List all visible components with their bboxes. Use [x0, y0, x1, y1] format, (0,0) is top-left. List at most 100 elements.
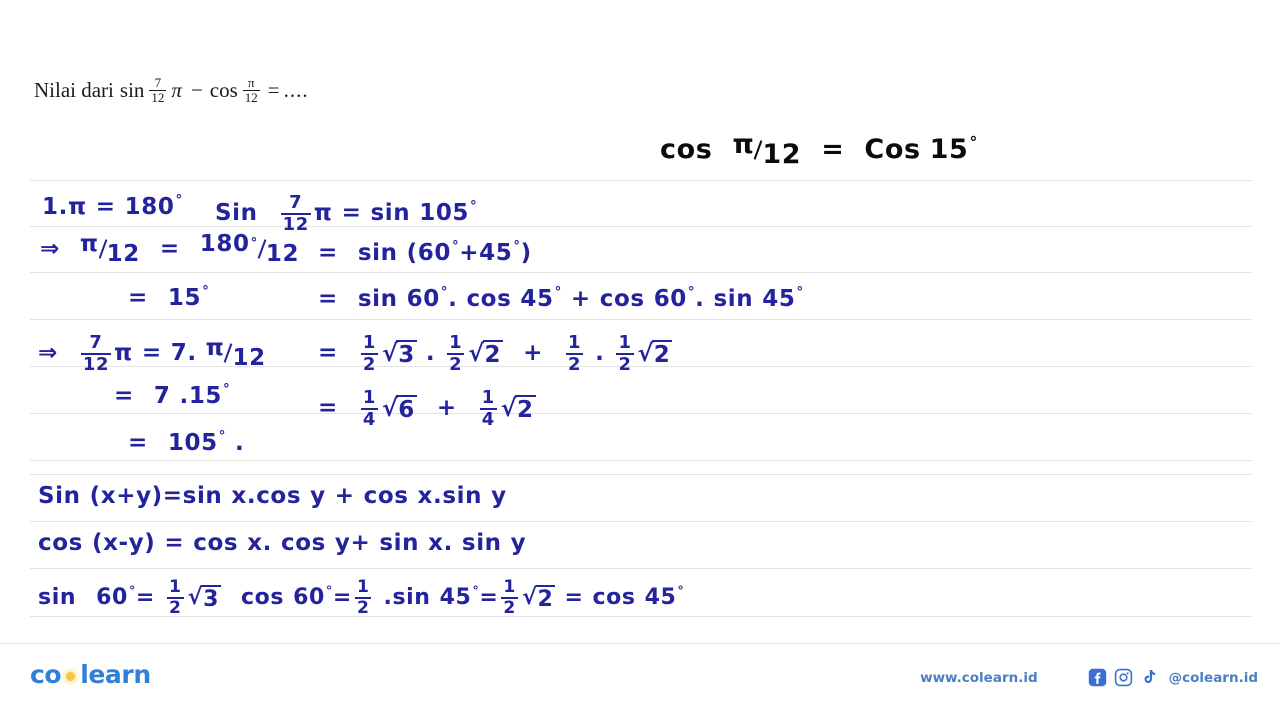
pi-over-twelve-slant: π 12	[206, 335, 266, 371]
minus-operator: −	[190, 77, 203, 102]
step-line-1-pi-equals-180: 1. π = 180 °	[42, 193, 183, 220]
facebook-icon[interactable]	[1088, 668, 1107, 687]
fraction-one-half: 1 2	[354, 577, 372, 619]
plus-sign: +	[436, 394, 457, 421]
fraction-numerator: 1	[449, 332, 463, 353]
fraction-numerator: 1	[618, 332, 632, 353]
plus-sign: +	[116, 483, 137, 509]
cos-token: cos	[466, 286, 512, 312]
fraction-numerator: 7	[89, 332, 103, 353]
fortyfive-token: 45	[762, 286, 796, 312]
fraction-denominator: 4	[360, 407, 378, 430]
fraction-one-quarter: 1 4	[479, 387, 497, 430]
fraction-denominator: 2	[354, 597, 372, 619]
right-paren: )	[520, 240, 532, 266]
equals-sign: =	[318, 240, 338, 266]
equals-sign: =	[128, 430, 148, 456]
sixty-token: 60	[96, 584, 128, 610]
work-line-3-expanded-identity: = sin 60 ° . cos 45 ° + cos 60 ° . sin 4…	[318, 285, 804, 312]
cos-token: cos	[660, 134, 713, 165]
rule-line	[30, 272, 1252, 273]
answer-placeholder-dots: ....	[283, 77, 309, 102]
fraction-one-quarter: 1 4	[360, 387, 378, 430]
equals-sign: =	[318, 394, 338, 421]
plus-sign: +	[523, 339, 543, 366]
sqrt-six: √ 6	[382, 394, 417, 423]
logo-text-co: co	[30, 660, 62, 689]
multiply-dot: .	[432, 483, 443, 509]
fraction-denominator: 2	[616, 352, 634, 375]
logo-text-learn: learn	[80, 660, 151, 689]
rule-line	[30, 568, 1252, 569]
equals-sign: =	[479, 584, 499, 610]
cos-token-2: Cos	[864, 134, 921, 165]
work-line-1-sin-seven-twelfths-pi: Sin 7 12 π = sin 105 °	[215, 192, 478, 235]
cos-token: cos	[38, 530, 83, 556]
sin-token: sin	[38, 584, 77, 610]
sin-token: sin	[357, 286, 398, 312]
step-line-3-equals-15-deg: = 15 °	[128, 284, 210, 311]
one-eighty-token: 180	[124, 194, 175, 220]
sin-token: sin	[379, 530, 420, 556]
rule-line	[30, 319, 1252, 320]
fraction-denominator: 2	[566, 352, 584, 375]
cos-token: cos	[193, 530, 239, 556]
footer-links: www.colearn.id @colearn.id	[920, 668, 1258, 687]
pi-symbol: π	[313, 199, 333, 226]
variable-x: x	[100, 483, 117, 509]
fraction-numerator: 1	[503, 577, 516, 597]
instagram-icon[interactable]	[1114, 668, 1133, 687]
fraction-numerator: 1	[481, 387, 495, 408]
fortyfive-token: 45	[479, 240, 513, 266]
handwriting-top-black-note: cos π 12 = Cos 15 °	[660, 129, 978, 170]
website-url[interactable]: www.colearn.id	[920, 670, 1038, 686]
fraction-one-half: 1 2	[616, 332, 634, 375]
fifteen-token: 15	[167, 285, 202, 311]
pi-over-twelve-slant: π 12	[732, 129, 801, 170]
work-line-4-substituted-values: = 1 2 √ 3 . 1 2 √ 2 + 1 2 . 1 2 √ 2	[318, 332, 673, 375]
formula-sin-sum-identity: Sin ( x + y ) = sin x . cos y + cos x . …	[38, 483, 507, 509]
fortyfive-token: 45	[520, 286, 554, 312]
fraction-one-half: 1 2	[166, 577, 184, 617]
fortyfive-token: 45	[644, 584, 677, 610]
fraction-numerator: 1	[356, 577, 370, 597]
fraction-numerator: 1	[568, 332, 582, 353]
cos-token: cos	[599, 286, 645, 312]
one-zero-five-token: 105	[419, 199, 470, 226]
pi-symbol: π	[205, 334, 225, 361]
equals-sign: =	[135, 584, 155, 610]
sqrt-three: √ 3	[382, 339, 417, 368]
sixty-token: 60	[406, 286, 440, 312]
twelve-token: 12	[106, 241, 140, 267]
variable-y: y	[491, 483, 507, 509]
fortyfive-token: 45	[439, 584, 472, 610]
sin-label: sin	[119, 77, 145, 102]
equals-sign: =	[318, 286, 338, 312]
multiply-dot: .	[443, 530, 453, 556]
cos-token: cos	[280, 530, 326, 556]
fraction-one-half: 1 2	[447, 332, 465, 374]
variable-y: y	[128, 530, 145, 556]
sin-token: sin	[713, 286, 754, 312]
fraction-numerator: 1	[362, 387, 376, 408]
radicand: 2	[515, 394, 536, 423]
variable-x: x	[231, 483, 247, 509]
equals-sign: =	[318, 339, 338, 366]
fraction-denominator: 4	[479, 407, 497, 430]
radicand: 2	[535, 584, 556, 612]
radicand: 2	[482, 339, 504, 368]
fraction-seven-twelfths: 7 12	[149, 76, 167, 105]
sqrt-two: √ 2	[468, 339, 504, 368]
equals-sign: =	[332, 584, 352, 610]
multiply-dot: .	[425, 339, 436, 366]
step-line-6-equals-105-deg: = 105 ° .	[128, 429, 245, 456]
social-handle[interactable]: @colearn.id	[1169, 670, 1258, 686]
cos-token: cos	[592, 584, 636, 610]
variable-x: x	[247, 530, 263, 556]
tiktok-icon[interactable]	[1140, 668, 1159, 687]
fraction-numerator: 1	[168, 577, 182, 597]
footer-divider	[0, 643, 1280, 644]
fraction-denominator: 12	[149, 89, 167, 105]
fraction-seven-twelfths: 7 12	[80, 332, 112, 374]
step-line-2-pi-over-12: ⇒ π 12 = 180 ° 12	[40, 231, 299, 267]
